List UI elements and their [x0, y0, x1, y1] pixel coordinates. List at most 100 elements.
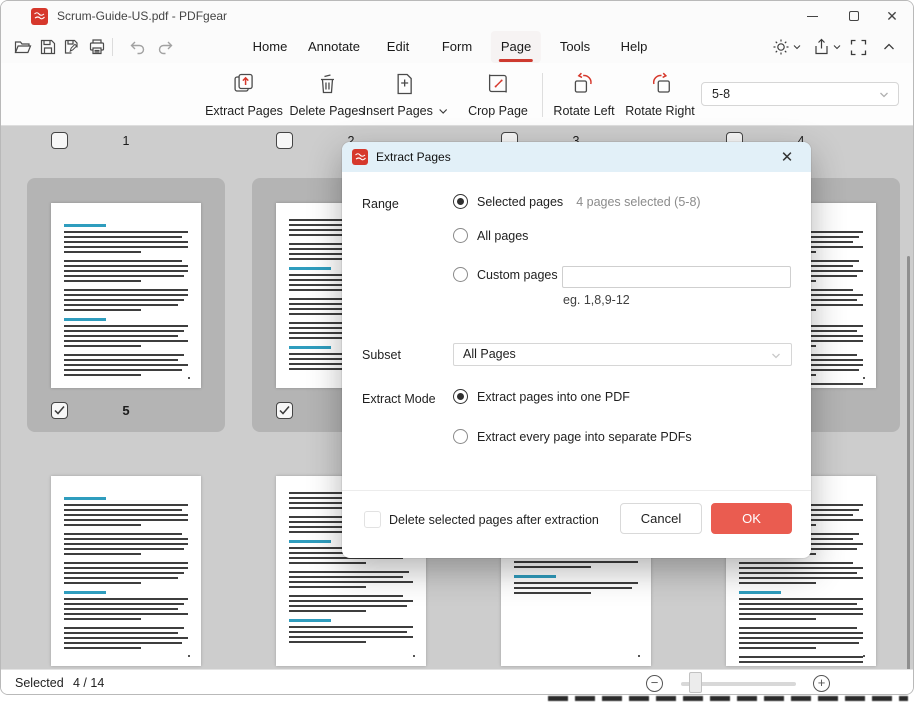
tab-form[interactable]: Form	[432, 31, 482, 63]
radio-selected-pages[interactable]: Selected pages 4 pages selected (5-8)	[453, 194, 701, 209]
tab-edit[interactable]: Edit	[377, 31, 419, 63]
tab-help[interactable]: Help	[611, 31, 658, 63]
extract-pages-button[interactable]: Extract Pages	[205, 69, 283, 118]
save-as-icon[interactable]	[62, 37, 82, 57]
extract-pages-icon	[205, 69, 283, 97]
custom-pages-input[interactable]	[562, 266, 791, 288]
print-icon[interactable]	[87, 37, 107, 57]
subset-label: Subset	[362, 348, 401, 362]
pdfgear-logo-icon	[352, 149, 368, 165]
insert-pages-label: Insert Pages	[363, 104, 448, 118]
undo-icon[interactable]	[127, 37, 147, 57]
thumbnail-cell-label: 1	[27, 132, 225, 150]
tab-tools[interactable]: Tools	[550, 31, 600, 63]
dialog-title: Extract Pages	[376, 150, 451, 164]
zoom-slider-handle[interactable]	[689, 672, 702, 693]
extract-pages-dialog: Extract Pages ✕ Range Selected pages 4 p…	[342, 142, 811, 558]
pdfgear-window: Scrum-Guide-US.pdf - PDFgear ✕	[0, 0, 914, 695]
crop-page-label: Crop Page	[468, 104, 528, 118]
rotate-right-label: Rotate Right	[625, 104, 694, 118]
cancel-button[interactable]: Cancel	[620, 503, 702, 534]
rotate-right-icon	[625, 69, 694, 97]
extract-pages-label: Extract Pages	[205, 104, 283, 118]
thumb-heading-line	[289, 540, 331, 543]
radio-custom-pages[interactable]: Custom pages	[453, 267, 558, 282]
open-file-icon[interactable]	[13, 37, 33, 57]
share-icon[interactable]	[813, 37, 841, 57]
selected-label: Selected	[15, 676, 64, 690]
thumb-heading-line	[739, 591, 781, 594]
chevron-down-icon	[771, 352, 781, 360]
maximize-button[interactable]	[837, 1, 871, 31]
extract-mode-label: Extract Mode	[362, 392, 436, 406]
radio-separate-pdfs[interactable]: Extract every page into separate PDFs	[453, 429, 692, 444]
chevron-down-icon	[879, 91, 889, 99]
pdfgear-logo-icon	[31, 8, 48, 25]
selected-pages-info: 4 pages selected (5-8)	[576, 195, 700, 209]
page-number: 1	[27, 132, 225, 150]
rotate-left-icon	[553, 69, 614, 97]
redo-icon[interactable]	[156, 37, 176, 57]
radio-one-pdf[interactable]: Extract pages into one PDF	[453, 389, 630, 404]
collapse-ribbon-icon[interactable]	[882, 37, 896, 57]
delete-pages-label: Delete Pages	[289, 104, 364, 118]
radio-all-pages[interactable]: All pages	[453, 228, 528, 243]
insert-pages-button[interactable]: Insert Pages	[363, 69, 448, 118]
close-button[interactable]: ✕	[875, 1, 909, 31]
delete-after-checkbox[interactable]	[364, 511, 381, 528]
window-title: Scrum-Guide-US.pdf - PDFgear	[57, 9, 227, 23]
selected-count: 4 / 14	[73, 676, 104, 690]
thumbnail-cell-label: 5	[27, 402, 225, 420]
rotate-left-label: Rotate Left	[553, 104, 614, 118]
thumb-heading-line	[289, 619, 331, 622]
thumb-heading-line	[64, 224, 106, 227]
zoom-out-button[interactable]: −	[646, 675, 663, 692]
background-window-strip	[0, 694, 914, 702]
ok-button[interactable]: OK	[711, 503, 792, 534]
dialog-close-icon[interactable]: ✕	[771, 142, 803, 172]
tab-home[interactable]: Home	[243, 31, 298, 63]
tab-page[interactable]: Page	[491, 31, 541, 63]
delete-pages-icon	[289, 69, 364, 97]
crop-page-button[interactable]: Crop Page	[468, 69, 528, 118]
dialog-header: Extract Pages ✕	[342, 142, 811, 172]
insert-pages-icon	[363, 69, 448, 97]
thumb-heading-line	[64, 591, 106, 594]
rotate-right-button[interactable]: Rotate Right	[625, 69, 694, 118]
screen: Scrum-Guide-US.pdf - PDFgear ✕	[0, 0, 914, 702]
minimize-button[interactable]	[795, 1, 829, 31]
save-icon[interactable]	[38, 37, 58, 57]
ribbon: Extract Pages Delete Pages Insert Pages …	[1, 63, 913, 126]
delete-pages-button[interactable]: Delete Pages	[289, 69, 364, 118]
custom-pages-hint: eg. 1,8,9-12	[563, 293, 630, 307]
rotate-left-button[interactable]: Rotate Left	[553, 69, 614, 118]
menu-row: Home Annotate Edit Form Page Tools Help	[1, 31, 913, 63]
radio-selected-icon	[453, 389, 468, 404]
title-bar: Scrum-Guide-US.pdf - PDFgear ✕	[1, 1, 913, 31]
subset-select[interactable]: All Pages	[453, 343, 792, 366]
tab-annotate[interactable]: Annotate	[298, 31, 370, 63]
thumb-heading-line	[289, 267, 331, 270]
zoom-in-button[interactable]: +	[813, 675, 830, 692]
thumbnail-selected-card[interactable]: 5	[27, 178, 225, 432]
page-range-value: 5-8	[712, 87, 730, 101]
fullscreen-icon[interactable]	[850, 37, 867, 57]
thumb-heading-line	[514, 575, 556, 578]
delete-after-label: Delete selected pages after extraction	[389, 513, 599, 527]
toolbar-divider	[112, 38, 113, 56]
thumb-heading-line	[289, 346, 331, 349]
radio-unselected-icon	[453, 429, 468, 444]
ribbon-divider	[542, 73, 543, 117]
page-number: 5	[27, 402, 225, 420]
vertical-scrollbar[interactable]	[907, 256, 910, 669]
page-thumbnail[interactable]	[51, 476, 201, 666]
thumb-heading-line	[64, 497, 106, 500]
page-range-combobox[interactable]: 5-8	[701, 82, 899, 106]
page-thumbnail[interactable]	[51, 203, 201, 388]
dialog-divider	[342, 490, 811, 491]
radio-unselected-icon	[453, 267, 468, 282]
theme-sun-icon[interactable]	[772, 37, 801, 57]
radio-unselected-icon	[453, 228, 468, 243]
radio-selected-icon	[453, 194, 468, 209]
subset-value: All Pages	[463, 347, 516, 361]
